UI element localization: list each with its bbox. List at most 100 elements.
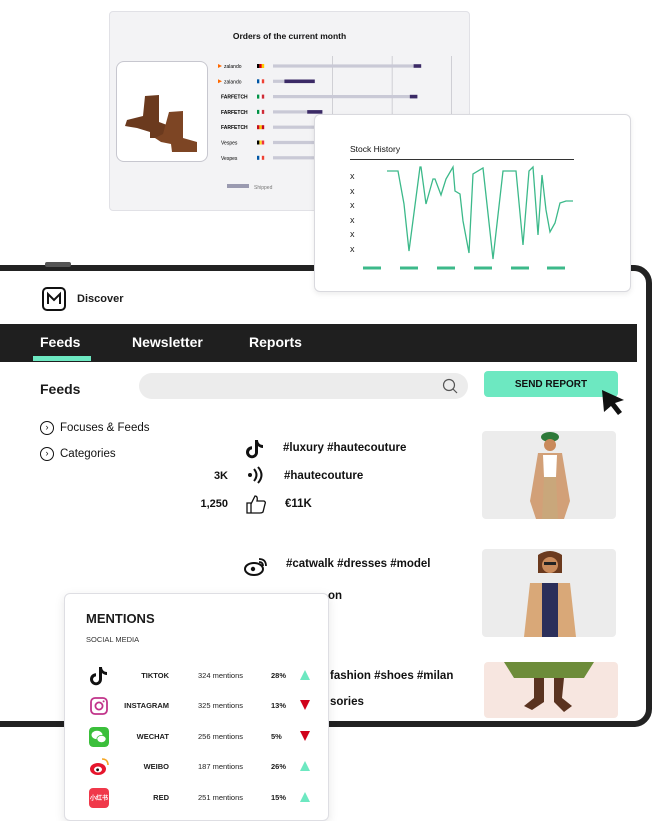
sidebar-item-categories[interactable]: › Categories [40, 447, 116, 461]
flag-icon [257, 64, 260, 68]
weibo-icon [90, 758, 109, 775]
pending-bar [409, 94, 418, 99]
mentions-subtitle: SOCIAL MEDIA [86, 635, 140, 644]
fashion-model-illustration [530, 432, 570, 519]
flag-icon [257, 140, 260, 145]
flag-icon [257, 125, 260, 130]
feed-tags[interactable]: fashion #shoes #milan [330, 670, 453, 682]
sidebar-item-label: Categories [60, 448, 116, 460]
mention-pct: 15% [271, 793, 287, 802]
mention-network: TIKTOK [141, 671, 169, 680]
pending-bar [413, 64, 422, 68]
feed-likes: 1,250 [200, 498, 228, 510]
fashion-shoes-illustration [504, 662, 594, 712]
feed-tags[interactable]: #luxury #hautecouture [283, 442, 406, 454]
retailer-label: zalando [224, 79, 242, 85]
flag-icon [259, 109, 262, 114]
flag-icon [261, 79, 265, 84]
mention-pct: 5% [271, 732, 282, 741]
mention-count: 187 mentions [198, 762, 244, 771]
flag-icon [261, 64, 265, 68]
send-report-button[interactable]: SEND REPORT [484, 371, 618, 397]
mention-network: WECHAT [136, 732, 169, 741]
flag-icon [261, 94, 265, 99]
flag-icon [257, 94, 260, 99]
mouse-cursor-icon [602, 390, 624, 415]
active-tab-indicator [33, 356, 91, 361]
flag-icon [257, 109, 260, 114]
feed-reach-tag[interactable]: #hautecouture [284, 470, 363, 482]
tab-newsletter[interactable]: Newsletter [132, 334, 203, 350]
zalando-logo-icon [218, 64, 222, 68]
mention-row-weibo[interactable]: WEIBO 187 mentions 26% [65, 755, 330, 779]
mention-row-red[interactable]: 小红书 RED 251 mentions 15% [65, 786, 330, 810]
shipped-bar [273, 64, 414, 68]
main-nav: Feeds Newsletter Reports [0, 324, 637, 362]
mention-row-wechat[interactable]: WECHAT 256 mentions 5% [65, 725, 330, 749]
mention-count: 325 mentions [198, 701, 244, 710]
mention-pct: 13% [271, 701, 287, 710]
retailer-label: FARFETCH [221, 110, 248, 116]
mention-row-instagram[interactable]: INSTAGRAM 325 mentions 13% [65, 694, 330, 718]
flag-icon [261, 140, 265, 145]
weibo-icon [244, 558, 267, 576]
stock-history-card: Stock History xxxxxx [314, 114, 631, 292]
red-icon-label: 小红书 [89, 796, 108, 802]
feed-value: €11K [285, 498, 312, 510]
flag-icon [259, 79, 262, 84]
mention-network: RED [153, 793, 169, 802]
chevron-right-icon: › [40, 447, 54, 461]
mentions-card: MENTIONS SOCIAL MEDIA TIKTOK 324 mention… [64, 593, 329, 821]
mention-count: 251 mentions [198, 793, 244, 802]
mention-pct: 28% [271, 671, 287, 680]
flag-icon [259, 125, 262, 130]
discover-logo-icon[interactable] [42, 287, 66, 311]
shipped-bar [273, 95, 410, 99]
flag-icon [261, 155, 265, 160]
flag-icon [261, 125, 265, 130]
retailer-label: Vespes [221, 156, 238, 162]
broadcast-icon [248, 466, 263, 484]
mention-count: 324 mentions [198, 671, 244, 680]
flag-icon [257, 79, 260, 84]
trend-up-icon [300, 792, 310, 802]
trend-up-icon [300, 761, 310, 771]
tab-reports[interactable]: Reports [249, 334, 302, 350]
flag-icon [257, 155, 260, 160]
mention-pct: 26% [271, 762, 287, 771]
stock-line [387, 164, 573, 260]
search-icon[interactable] [442, 378, 458, 394]
retailer-label: Vespes [221, 141, 238, 147]
pending-bar [284, 79, 315, 84]
sidebar-item-focuses-feeds[interactable]: › Focuses & Feeds [40, 421, 149, 435]
shipped-bar [273, 79, 285, 83]
trend-down-icon [300, 700, 310, 710]
shipped-bar [273, 110, 308, 114]
trend-up-icon [300, 670, 310, 680]
feed-image-2[interactable] [482, 549, 616, 637]
flag-icon [259, 64, 262, 68]
flag-icon [261, 109, 265, 114]
feed-image-3[interactable] [484, 662, 618, 718]
mention-count: 256 mentions [198, 732, 244, 741]
trend-down-icon [300, 731, 310, 741]
search-input[interactable] [139, 373, 468, 399]
tab-feeds[interactable]: Feeds [40, 334, 80, 350]
device-notch [45, 262, 71, 267]
flag-icon [259, 94, 262, 99]
stock-history-line-chart [363, 164, 573, 270]
fashion-model-illustration [524, 551, 576, 637]
feed-tags[interactable]: #catwalk #dresses #model [286, 558, 430, 570]
mention-row-tiktok[interactable]: TIKTOK 324 mentions 28% [65, 664, 330, 688]
tiktok-icon [90, 667, 107, 686]
retailer-label: FARFETCH [221, 95, 248, 101]
sidebar-item-label: Focuses & Feeds [60, 422, 150, 434]
feed-reach-tag[interactable]: sories [330, 696, 364, 708]
feed-reach-tag[interactable]: on [328, 590, 342, 602]
feed-image-1[interactable] [482, 431, 616, 519]
flag-icon [259, 140, 262, 145]
legend-label-shipped: Shipped [254, 185, 273, 191]
feed-reach: 3K [213, 470, 228, 482]
tiktok-icon [246, 440, 263, 459]
mentions-title: MENTIONS [86, 611, 155, 626]
